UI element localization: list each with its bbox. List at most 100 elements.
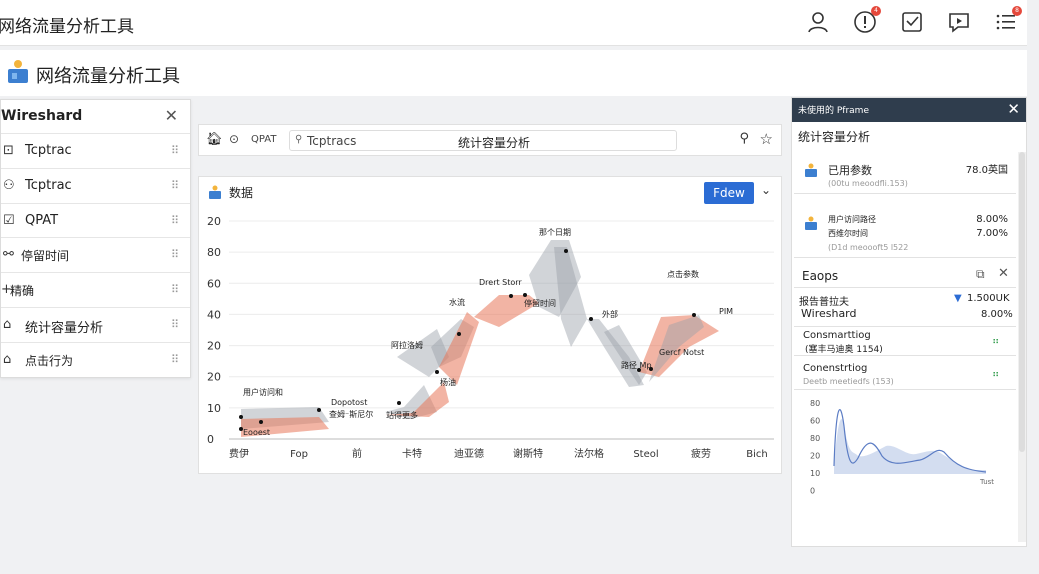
user-icon[interactable]	[805, 9, 831, 35]
x-tick-label: Fop	[290, 449, 308, 460]
grip-icon[interactable]: ⠿	[171, 248, 179, 261]
sidebar-item-label: 停留时间	[21, 249, 70, 264]
y-tick-label: 40	[207, 308, 221, 321]
qpat-label[interactable]: QPAT	[251, 134, 276, 145]
x-tick-label: 卡特	[402, 447, 422, 460]
close-icon[interactable]: ✕	[1007, 100, 1020, 118]
grip-icon[interactable]: ⠿	[171, 318, 179, 331]
home-icon: ⌂	[3, 316, 12, 332]
row1-label: 用户访问路径	[828, 215, 876, 224]
sidebar-item-click-behavior[interactable]: ⌂ 点击行为 ⠿	[1, 343, 190, 378]
y-tick-label: 60	[207, 277, 221, 290]
right-panel-subtitle: 统计容量分析	[798, 130, 871, 144]
conn-title: Consmarttiog	[803, 330, 871, 341]
conn-sub: Deetb meetiedfs (153)	[803, 377, 894, 386]
x-tick-label: Bich	[746, 449, 767, 460]
y-tick-label: 20	[207, 340, 221, 353]
mini-area-chart: 80 60 80 20 10 0 Tust	[810, 399, 994, 496]
mini-y-tick: 0	[810, 487, 815, 496]
sidebar-item-dwell-time[interactable]: ⚯ 停留时间 ⠿	[1, 238, 190, 274]
card-title: 已用参数	[828, 164, 872, 177]
sidebar-item-tcptrac-2[interactable]: ⚇ Tcptrac ⠿	[1, 169, 190, 204]
scrollbar-thumb[interactable]	[1019, 152, 1025, 452]
data-point	[317, 408, 321, 412]
search-center-label: 统计容量分析	[458, 136, 531, 150]
fdew-button[interactable]: Fdew	[704, 182, 754, 204]
chat-icon[interactable]	[946, 9, 972, 35]
close-icon[interactable]: ✕	[165, 106, 178, 125]
sidebar-item-label: Tcptrac	[25, 143, 72, 158]
y-tick-label: 0	[207, 433, 214, 446]
sidebar-item-precise[interactable]: + 精确 ⠿	[1, 273, 190, 308]
card-logo-icon	[805, 163, 817, 177]
sidebar: Wireshard ✕ ⊡ Tcptrac ⠿ ⚇ Tcptrac ⠿ ☑ QP…	[0, 99, 191, 378]
chart-annotation: Drert Storr	[479, 278, 522, 287]
data-point	[397, 401, 401, 405]
chart-annotation: 路径 Mp	[621, 360, 652, 370]
check-box-icon[interactable]	[899, 9, 925, 35]
card-value: 78.0英国	[965, 165, 1008, 176]
chart-annotation: 杨油	[440, 377, 456, 387]
magnifier-icon[interactable]: ⚲	[739, 131, 749, 146]
chart-annotation: 外部	[602, 309, 618, 319]
list-badge: 8	[1012, 6, 1022, 16]
expand-icon[interactable]: ⧉	[976, 267, 985, 282]
report-label: 报告普拉夫	[799, 297, 849, 308]
conn-card-1[interactable]: Consmarttiog (塞丰马迪奥 1154) ⠶	[794, 326, 1016, 356]
close-icon[interactable]: ✕	[998, 266, 1009, 281]
grip-icon[interactable]: ⠿	[171, 179, 179, 192]
chevron-down-icon[interactable]: ⌄	[761, 183, 771, 197]
data-point	[589, 317, 593, 321]
path-card[interactable]: 用户访问路径 8.00% 西维尔时间 7.00% (D1d meoooft5 l…	[794, 208, 1016, 258]
right-panel-header: 未使用的 Pframe ✕	[792, 98, 1026, 122]
y-tick-label: 80	[207, 246, 221, 259]
star-icon[interactable]: ☆	[760, 130, 773, 148]
person-icon: ⚇	[3, 177, 15, 193]
search-input[interactable]: ⚲ Tcptracs 统计容量分析	[289, 130, 677, 151]
mini-y-tick: 20	[810, 452, 820, 461]
y-tick-label: 10	[207, 402, 221, 415]
chart-annotation: 阿拉洛姆	[391, 340, 423, 350]
right-panel-scrollbar[interactable]	[1018, 152, 1026, 542]
chart-annotation: 用户访问和	[243, 387, 283, 397]
y-tick-label: 20	[207, 371, 221, 384]
report-pct: 8.00%	[981, 309, 1013, 320]
grip-icon[interactable]: ⠿	[171, 214, 179, 227]
mini-y-tick: 80	[810, 434, 820, 443]
search-icon: ⚲	[295, 134, 303, 145]
chart-annotation: Eooest	[243, 428, 270, 437]
grip-icon[interactable]: ⠿	[171, 144, 179, 157]
alert-badge: 4	[871, 6, 881, 16]
alert-icon[interactable]: 4	[852, 6, 881, 35]
y-tick-label: 20	[207, 215, 221, 228]
grip-icon[interactable]: ⠿	[171, 283, 179, 296]
target-icon[interactable]: ⊙	[229, 132, 239, 146]
row1-value: 8.00%	[976, 214, 1008, 225]
conn-card-2[interactable]: Conenstrtiog Deetb meetiedfs (153) ⠶	[794, 360, 1016, 390]
conn-title: Conenstrtiog	[803, 363, 868, 374]
chart-card-title: 数据	[229, 186, 254, 200]
home-icon[interactable]: 🏠︎	[206, 132, 223, 147]
mini-area-fill	[834, 419, 986, 474]
list-icon[interactable]: 8	[993, 6, 1022, 35]
sidebar-item-tcptrac[interactable]: ⊡ Tcptrac ⠿	[1, 134, 190, 169]
row2-label: 西维尔时间	[828, 229, 868, 238]
x-tick-label: 谢斯特	[513, 447, 543, 460]
sidebar-header: Wireshard ✕	[1, 100, 190, 134]
flow-chart: 20 80 60 40 20 20 10 0 用户访问和 Eooest Dopotost 查姆⁻斯尼…	[207, 215, 774, 460]
sidebar-item-qpat[interactable]: ☑ QPAT ⠿	[1, 204, 190, 239]
chart-annotation: 那个日期	[539, 228, 571, 237]
card-logo-icon	[805, 216, 817, 230]
network-icon: ⠶	[992, 336, 1000, 347]
grip-icon[interactable]: ⠿	[171, 353, 179, 366]
row2-value: 7.00%	[976, 228, 1008, 239]
mini-y-tick: 80	[810, 399, 820, 408]
x-tick-label: 前	[352, 447, 362, 460]
sidebar-item-stats[interactable]: ⌂ 统计容量分析 ⠿	[1, 308, 190, 343]
app-name: 网络流量分析工具	[36, 66, 180, 87]
data-point	[564, 249, 568, 253]
section-title: Eaops	[802, 269, 839, 283]
used-params-card[interactable]: 已用参数 78.0英国 (00tu meoodfli.153)	[794, 154, 1016, 194]
report-value: 1.500UK	[967, 293, 1010, 304]
sidebar-item-label: 点击行为	[25, 353, 74, 368]
